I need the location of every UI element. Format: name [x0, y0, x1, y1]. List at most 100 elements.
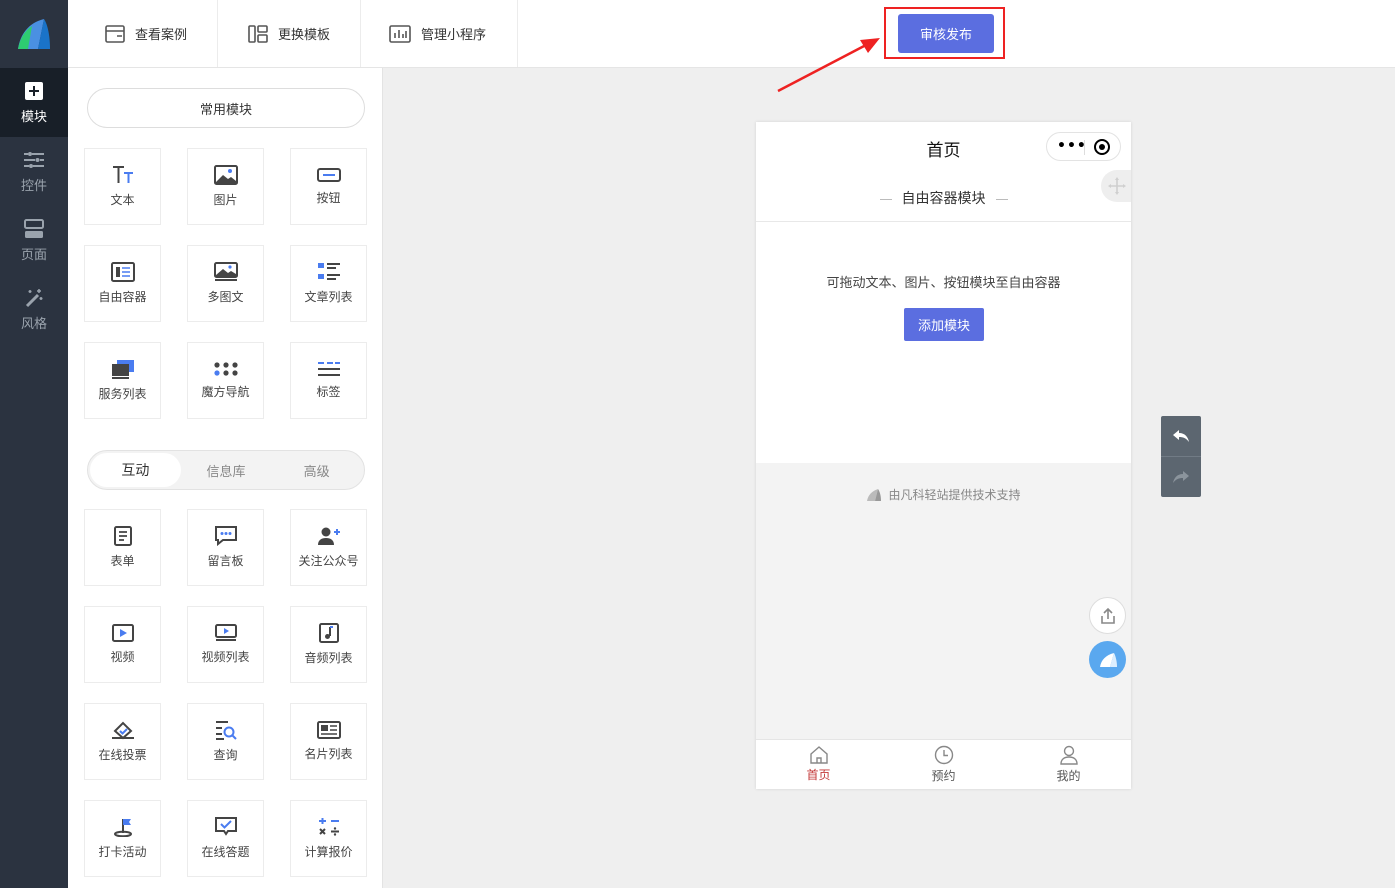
text-icon	[112, 166, 133, 183]
rail-item-modules[interactable]: 模块	[0, 68, 68, 137]
bar-chart-icon	[389, 24, 411, 43]
checkin-flag-icon	[113, 819, 132, 837]
module-tile-service-list[interactable]: 服务列表	[84, 342, 161, 419]
more-dots-icon[interactable]: •••	[1057, 139, 1087, 153]
brand-mark-icon	[867, 488, 882, 501]
follow-account-icon	[317, 527, 340, 545]
module-tile-text[interactable]: 文本	[84, 148, 161, 225]
redo-icon	[1173, 471, 1189, 483]
undo-redo-panel	[1161, 416, 1201, 497]
plus-square-icon	[25, 81, 43, 100]
container-hint: 可拖动文本、图片、按钮模块至自由容器	[826, 276, 1061, 291]
tile-label: 自由容器	[98, 290, 147, 304]
module-tile-checkin[interactable]: 打卡活动	[84, 800, 161, 877]
tab-interactive[interactable]: 互动	[90, 453, 181, 487]
audio-list-icon	[318, 623, 339, 643]
add-module-button[interactable]: 添加模块	[904, 308, 984, 341]
phone-tab-mine[interactable]: 我的	[1006, 740, 1131, 789]
undo-icon	[1173, 430, 1189, 442]
tile-label: 文本	[110, 193, 135, 207]
section-title-text: 自由容器模块	[901, 191, 986, 207]
module-tile-video-list[interactable]: 视频列表	[187, 606, 264, 683]
module-tile-grid-nav[interactable]: 魔方导航	[187, 342, 264, 419]
module-tile-image[interactable]: 图片	[187, 148, 264, 225]
magic-wand-icon	[25, 288, 43, 307]
rail-item-label: 控件	[20, 178, 47, 194]
module-tile-button[interactable]: 按钮	[290, 148, 367, 225]
case-folder-icon	[105, 24, 125, 43]
tech-support-footer: 由凡科轻站提供技术支持	[756, 486, 1131, 503]
top-toolbar: 查看案例 更换模板 管理小程序 审核发布	[68, 0, 1395, 68]
brand-logo-icon	[1099, 652, 1117, 667]
module-tile-calculator[interactable]: 计算报价	[290, 800, 367, 877]
phone-tab-home[interactable]: 首页	[756, 740, 881, 789]
miniprogram-capsule[interactable]: •••	[1046, 132, 1121, 161]
rail-item-controls[interactable]: 控件	[0, 137, 68, 206]
tile-label: 多图文	[207, 290, 244, 304]
form-icon	[113, 526, 132, 546]
manage-miniprogram-button[interactable]: 管理小程序	[361, 0, 518, 67]
left-rail: 模块 控件 页面 风格	[0, 0, 68, 888]
tile-label: 计算报价	[304, 845, 353, 859]
phone-tab-booking[interactable]: 预约	[881, 740, 1006, 789]
rail-item-label: 页面	[20, 247, 47, 263]
publish-button[interactable]: 审核发布	[898, 14, 994, 53]
tile-label: 图片	[213, 193, 238, 207]
undo-button[interactable]	[1161, 416, 1201, 456]
tag-icon	[317, 362, 340, 376]
video-list-icon	[214, 624, 237, 641]
rail-item-style[interactable]: 风格	[0, 275, 68, 344]
article-list-icon	[317, 263, 340, 280]
app-logo[interactable]	[0, 0, 68, 68]
brand-logo-icon	[18, 19, 50, 49]
module-tile-follow-account[interactable]: 关注公众号	[290, 509, 367, 586]
tile-label: 查询	[213, 748, 238, 762]
tile-label: 音频列表	[304, 651, 353, 665]
phone-preview: 首页 ••• 自由容器模块 可拖动文本、图片、按钮模块至自由容器 添加模块 由凡…	[756, 122, 1131, 789]
module-tile-container[interactable]: 自由容器	[84, 245, 161, 322]
redo-button[interactable]	[1161, 457, 1201, 497]
module-tile-message-board[interactable]: 留言板	[187, 509, 264, 586]
view-cases-button[interactable]: 查看案例	[68, 0, 218, 67]
view-cases-label: 查看案例	[135, 28, 188, 43]
tile-label: 打卡活动	[98, 845, 147, 859]
tile-label: 在线答题	[201, 845, 250, 859]
free-container[interactable]: 可拖动文本、图片、按钮模块至自由容器 添加模块	[756, 222, 1131, 463]
change-template-label: 更换模板	[278, 28, 331, 43]
module-tile-video[interactable]: 视频	[84, 606, 161, 683]
page-layout-icon	[24, 218, 44, 238]
container-icon	[110, 262, 135, 282]
module-category-tabs: 互动 信息库 高级	[87, 450, 365, 490]
tile-label: 在线投票	[98, 748, 147, 762]
tab-advanced[interactable]: 高级	[271, 453, 362, 487]
module-tile-vote[interactable]: 在线投票	[84, 703, 161, 780]
share-button[interactable]	[1089, 597, 1126, 634]
tile-label: 服务列表	[98, 387, 147, 401]
module-tile-tag[interactable]: 标签	[290, 342, 367, 419]
message-board-icon	[214, 526, 237, 546]
module-tile-card-list[interactable]: 名片列表	[290, 703, 367, 780]
tile-label: 视频	[110, 650, 135, 664]
tile-label: 表单	[110, 554, 135, 568]
module-tile-form[interactable]: 表单	[84, 509, 161, 586]
tab-info-library[interactable]: 信息库	[181, 453, 272, 487]
tab-label: 预约	[931, 769, 956, 783]
change-template-button[interactable]: 更换模板	[218, 0, 361, 67]
multi-image-icon	[213, 262, 238, 281]
module-tile-multi-image[interactable]: 多图文	[187, 245, 264, 322]
close-target-icon[interactable]	[1094, 139, 1110, 155]
module-tile-audio-list[interactable]: 音频列表	[290, 606, 367, 683]
calculator-icon	[318, 818, 339, 836]
image-icon	[213, 165, 238, 185]
common-modules-header[interactable]: 常用模块	[87, 88, 365, 128]
rail-item-pages[interactable]: 页面	[0, 206, 68, 275]
tile-label: 按钮	[316, 191, 341, 205]
module-tile-query[interactable]: 查询	[187, 703, 264, 780]
home-icon	[809, 746, 828, 764]
tile-label: 魔方导航	[201, 385, 250, 399]
tab-label: 首页	[806, 768, 831, 782]
module-tile-article-list[interactable]: 文章列表	[290, 245, 367, 322]
module-tile-quiz[interactable]: 在线答题	[187, 800, 264, 877]
brand-float-button[interactable]	[1089, 641, 1126, 678]
user-icon	[1059, 745, 1078, 765]
